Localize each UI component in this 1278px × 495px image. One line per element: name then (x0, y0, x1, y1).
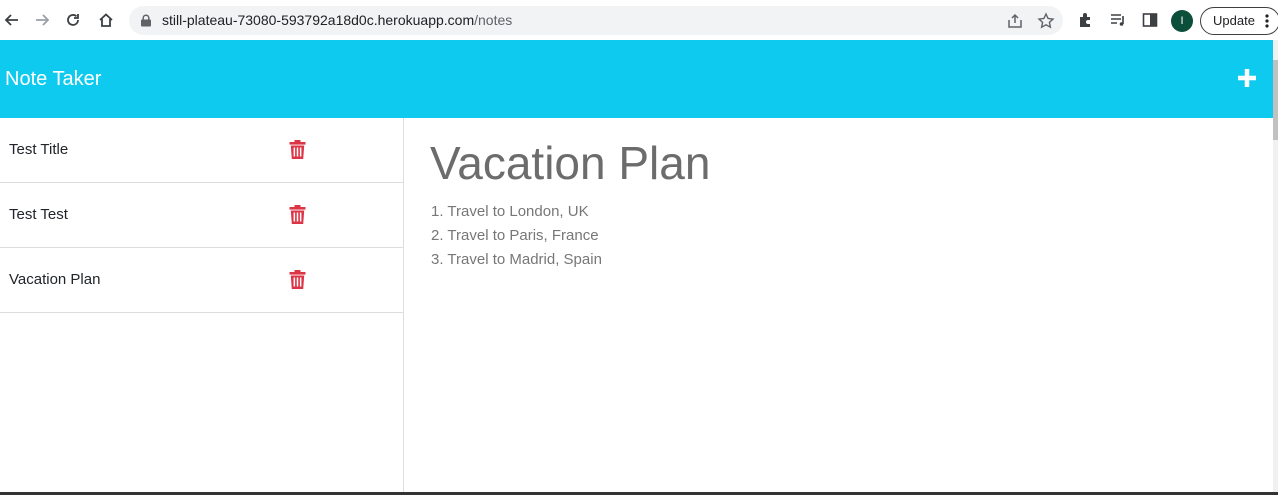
note-editor: Vacation Plan 1. Travel to London, UK 2.… (404, 118, 1273, 495)
trash-icon[interactable] (289, 270, 306, 289)
home-icon[interactable] (96, 10, 116, 30)
scrollbar-thumb[interactable] (1273, 60, 1278, 140)
app-title[interactable]: Note Taker (5, 68, 101, 91)
extensions-puzzle-icon[interactable] (1077, 11, 1095, 29)
profile-avatar[interactable]: I (1171, 10, 1193, 32)
bookmark-star-icon[interactable] (1037, 12, 1055, 30)
note-list-title[interactable]: Test Title (9, 141, 68, 158)
kebab-menu-icon[interactable] (1265, 14, 1269, 28)
share-icon[interactable] (1006, 12, 1024, 30)
notes-list: Test Title Test Test Vacation Plan (0, 118, 404, 495)
note-title-input[interactable]: Vacation Plan (430, 136, 710, 190)
address-bar[interactable]: still-plateau-73080-593792a18d0c.herokua… (129, 6, 1063, 35)
forward-arrow-icon[interactable] (32, 10, 52, 30)
back-arrow-icon[interactable] (2, 10, 22, 30)
note-list-title[interactable]: Vacation Plan (9, 271, 100, 288)
list-item[interactable]: Test Test (0, 183, 403, 248)
note-text-line: 1. Travel to London, UK (431, 203, 589, 220)
trash-icon[interactable] (289, 205, 306, 224)
lock-icon[interactable] (140, 14, 152, 27)
reload-icon[interactable] (63, 10, 83, 30)
note-text-area[interactable]: 1. Travel to London, UK 2. Travel to Par… (431, 200, 602, 272)
note-text-line: 2. Travel to Paris, France (431, 227, 599, 244)
list-item[interactable]: Test Title (0, 118, 403, 183)
media-queue-icon[interactable] (1109, 11, 1127, 29)
note-list-title[interactable]: Test Test (9, 206, 68, 223)
side-panel-icon[interactable] (1141, 11, 1159, 29)
list-item[interactable]: Vacation Plan (0, 248, 403, 313)
note-text-line: 3. Travel to Madrid, Spain (431, 251, 602, 268)
browser-toolbar: still-plateau-73080-593792a18d0c.herokua… (0, 0, 1278, 40)
app-navbar: Note Taker (0, 40, 1273, 118)
page-scrollbar[interactable] (1273, 40, 1278, 495)
trash-icon[interactable] (289, 140, 306, 159)
url-text[interactable]: still-plateau-73080-593792a18d0c.herokua… (162, 12, 512, 28)
new-note-plus-icon[interactable] (1235, 66, 1259, 90)
